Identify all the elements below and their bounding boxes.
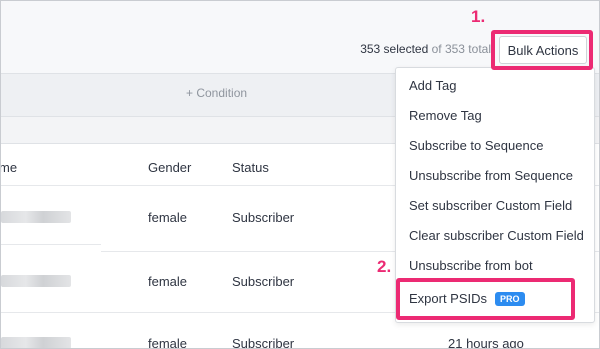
selected-total: of 353 total [431, 42, 491, 56]
gender-cell: female [148, 210, 188, 225]
step-number-1: 1. [471, 7, 486, 26]
menu-item-subscribe-sequence[interactable]: Subscribe to Sequence [409, 138, 543, 153]
column-header-name[interactable]: me [1, 160, 17, 175]
menu-item-remove-tag[interactable]: Remove Tag [409, 108, 482, 123]
menu-item-unsubscribe-bot[interactable]: Unsubscribe from bot [409, 258, 533, 273]
column-header-gender[interactable]: Gender [148, 160, 191, 175]
status-cell: Subscriber [232, 210, 295, 225]
highlight-box-step1 [491, 30, 593, 70]
row-divider [1, 244, 101, 245]
blurred-subscriber-name [1, 211, 71, 223]
gender-cell: female [148, 274, 188, 289]
blurred-subscriber-name [1, 275, 71, 287]
status-cell: Subscriber [232, 274, 295, 289]
subscribers-panel: 353 selected of 353 total + Condition me… [0, 0, 600, 349]
menu-item-set-custom-field[interactable]: Set subscriber Custom Field [409, 198, 572, 213]
gender-cell: female [148, 336, 188, 349]
menu-item-unsubscribe-sequence[interactable]: Unsubscribe from Sequence [409, 168, 573, 183]
add-condition-button[interactable]: + Condition [186, 86, 247, 100]
column-header-status[interactable]: Status [232, 160, 269, 175]
menu-item-add-tag[interactable]: Add Tag [409, 78, 456, 93]
highlight-box-step2 [396, 278, 575, 320]
step-number-2: 2. [377, 257, 392, 276]
selection-summary: 353 selected of 353 total [360, 42, 491, 56]
menu-item-clear-custom-field[interactable]: Clear subscriber Custom Field [409, 228, 584, 243]
status-cell: Subscriber [232, 336, 295, 349]
selected-count: 353 selected [360, 42, 429, 56]
blurred-subscriber-name [1, 337, 71, 348]
last-interaction-cell: 21 hours ago [448, 336, 524, 349]
